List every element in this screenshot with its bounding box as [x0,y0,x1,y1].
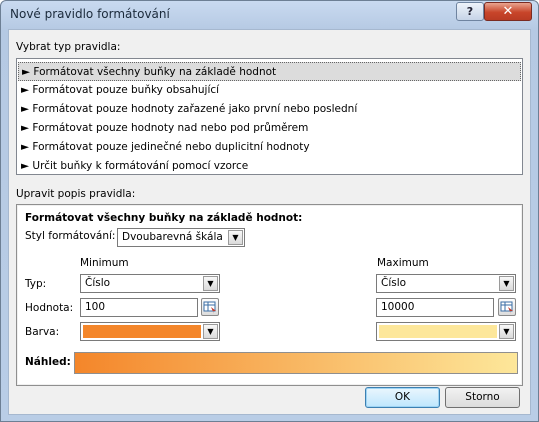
arrow-icon: ► [21,103,30,115]
range-select-icon [500,301,513,314]
max-value-text: 10000 [381,301,415,313]
color-label: Barva: [25,326,60,338]
preview-label: Náhled: [25,356,71,368]
rule-type-item[interactable]: ► Určit buňky k formátování pomocí vzorc… [18,157,521,176]
rule-type-item-label: Formátovat všechny buňky na základě hodn… [33,66,277,78]
rule-type-item[interactable]: ► Formátovat pouze hodnoty zařazené jako… [18,100,521,119]
chevron-down-icon[interactable]: ▼ [203,324,218,339]
max-range-select-button[interactable] [498,298,516,316]
range-select-icon [203,301,216,314]
min-color-swatch [83,325,201,338]
max-type-combo[interactable]: Číslo ▼ [376,274,516,293]
rule-type-item[interactable]: ► Formátovat všechny buňky na základě ho… [18,62,521,81]
min-type-combo[interactable]: Číslo ▼ [80,274,220,293]
rule-type-item-label: Formátovat pouze jedinečné nebo duplicit… [32,141,310,153]
chevron-down-icon[interactable]: ▼ [499,276,514,291]
min-color-picker[interactable]: ▼ [80,322,220,341]
max-color-swatch [379,325,497,338]
cancel-button[interactable]: Storno [445,387,520,408]
rule-type-item-label: Formátovat pouze hodnoty nad nebo pod pr… [32,122,309,134]
dialog-body: Vybrat typ pravidla: ► Formátovat všechn… [8,29,531,415]
min-value-text: 100 [85,301,106,313]
chevron-down-icon[interactable]: ▼ [203,276,218,291]
arrow-icon: ► [21,141,30,153]
close-icon: ✕ [502,4,514,19]
help-button[interactable]: ? [456,2,484,21]
min-label: Minimum [80,257,129,269]
rule-type-list[interactable]: ► Formátovat všechny buňky na základě ho… [16,58,523,175]
max-label: Maximum [377,257,429,269]
description-label: Upravit popis pravidla: [16,188,136,200]
arrow-icon: ► [21,160,30,172]
rule-type-item-label: Formátovat pouze hodnoty zařazené jako p… [32,103,358,115]
preview-gradient [74,352,518,374]
min-type-value: Číslo [85,277,111,289]
format-style-value: Dvoubarevná škála [122,231,223,243]
format-style-combo[interactable]: Dvoubarevná škála ▼ [117,228,245,247]
min-range-select-button[interactable] [201,298,219,316]
arrow-icon: ► [22,66,31,78]
ok-button[interactable]: OK [365,387,440,408]
dialog-title: Nové pravidlo formátování [10,7,170,21]
rule-type-label: Vybrat typ pravidla: [16,41,121,53]
max-value-input[interactable]: 10000 [376,298,494,317]
max-type-value: Číslo [381,277,407,289]
rule-type-item[interactable]: ► Formátovat pouze hodnoty nad nebo pod … [18,119,521,138]
value-label: Hodnota: [25,302,74,314]
chevron-down-icon[interactable]: ▼ [228,230,243,245]
max-color-picker[interactable]: ▼ [376,322,516,341]
rule-type-item[interactable]: ► Formátovat pouze jedinečné nebo duplic… [18,138,521,157]
description-heading: Formátovat všechny buňky na základě hodn… [25,212,303,224]
rule-description-panel: Formátovat všechny buňky na základě hodn… [16,204,523,386]
rule-type-item[interactable]: ► Formátovat pouze buňky obsahující [18,81,521,100]
chevron-down-icon[interactable]: ▼ [499,324,514,339]
close-button[interactable]: ✕ [484,2,532,21]
rule-type-item-label: Určit buňky k formátování pomocí vzorce [32,160,249,172]
arrow-icon: ► [21,122,30,134]
type-label: Typ: [25,278,47,290]
style-label: Styl formátování: [25,230,116,242]
min-value-input[interactable]: 100 [80,298,198,317]
dialog-window: Nové pravidlo formátování ? ✕ Vybrat typ… [0,0,539,422]
rule-type-item-label: Formátovat pouze buňky obsahující [32,84,220,96]
arrow-icon: ► [21,84,30,96]
